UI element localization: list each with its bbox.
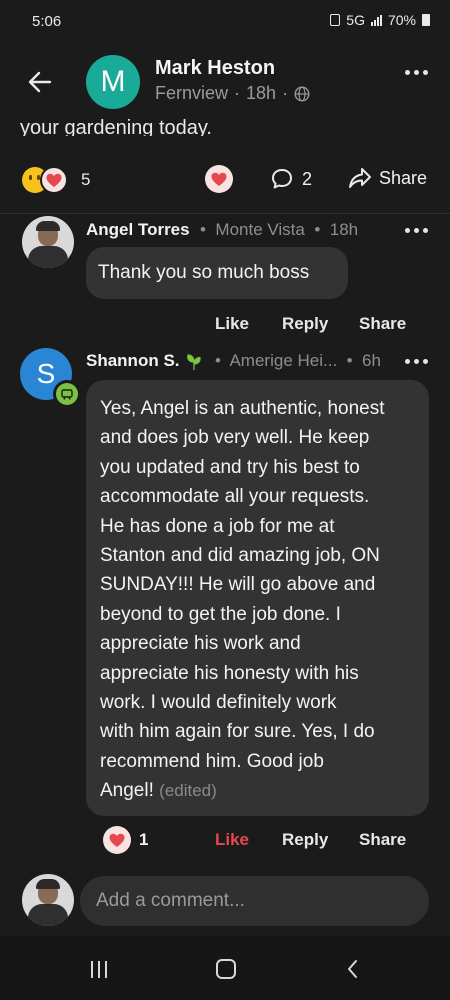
share-icon: [349, 168, 371, 188]
post-time: 18h: [246, 83, 277, 103]
reaction-summary[interactable]: [22, 165, 82, 195]
comment-meta: • Monte Vista • 18h: [200, 220, 359, 239]
leaf-icon: [187, 354, 201, 370]
back-arrow-icon[interactable]: [24, 66, 56, 98]
heart-icon: [211, 172, 227, 186]
commenter-avatar[interactable]: [22, 216, 74, 268]
status-indicators: 5G 70%: [330, 12, 430, 28]
battery-percent: 70%: [387, 12, 416, 28]
status-bar: 5:06 5G 70%: [0, 0, 450, 44]
share-button[interactable]: Share: [359, 314, 406, 334]
share-button[interactable]: Share: [359, 830, 406, 850]
comment-time: 6h: [362, 351, 381, 370]
share-label: Share: [379, 167, 428, 188]
comment-bubble: Yes, Angel is an authentic, honest and d…: [86, 380, 429, 816]
reply-button[interactable]: Reply: [282, 830, 328, 850]
comment-location: Monte Vista: [215, 220, 305, 239]
comment-composer: Add a comment...: [0, 868, 450, 934]
system-nav-bar: [0, 936, 450, 1000]
react-heart-button[interactable]: [205, 165, 233, 193]
comment-input-placeholder: Add a comment...: [96, 890, 245, 911]
meta-separator: ·: [234, 83, 241, 103]
comment-input[interactable]: Add a comment...: [80, 876, 429, 926]
user-avatar: [22, 874, 74, 926]
like-button[interactable]: Like: [215, 830, 249, 850]
nav-back-icon[interactable]: [345, 959, 361, 979]
heart-icon: [103, 826, 131, 854]
comment-more-icon[interactable]: [405, 359, 428, 364]
comment-author[interactable]: Shannon S.: [86, 351, 180, 371]
heart-icon: [40, 166, 68, 194]
like-button[interactable]: Like: [215, 314, 249, 334]
status-time: 5:06: [32, 13, 62, 30]
network-label: 5G: [346, 12, 365, 28]
comment-time: 18h: [329, 220, 359, 239]
share-button[interactable]: Share: [348, 167, 427, 189]
meta-separator: ·: [282, 83, 289, 103]
more-icon[interactable]: [405, 70, 428, 75]
comment-meta: • Amerige Hei... • 6h: [215, 351, 381, 370]
comment-icon: [272, 169, 292, 189]
comments-button[interactable]: 2: [270, 167, 312, 191]
nav-home-icon[interactable]: [216, 959, 236, 979]
author-name[interactable]: Mark Heston: [155, 57, 275, 80]
signal-icon: [370, 14, 382, 26]
divider: [0, 213, 450, 214]
comments-count: 2: [302, 168, 313, 189]
post-header: M Mark Heston Fernview · 18h ·: [0, 44, 450, 120]
comment-location: Amerige Hei...: [229, 351, 338, 370]
reaction-count: 5: [81, 170, 91, 189]
comment-more-icon[interactable]: [405, 228, 428, 233]
reaction-count: 1: [139, 830, 149, 849]
lock-icon: [330, 14, 341, 26]
post-location: Fernview: [155, 83, 229, 103]
neighbor-badge-icon: [53, 380, 81, 408]
globe-icon: [294, 85, 310, 102]
post-meta: Fernview · 18h ·: [155, 83, 310, 104]
comment-text: Yes, Angel is an authentic, honest and d…: [100, 398, 385, 802]
comment-reaction-summary[interactable]: 1: [103, 826, 148, 854]
edited-label: (edited): [159, 781, 217, 801]
comment-bubble: Thank you so much boss: [86, 247, 348, 299]
comment-text: Thank you so much boss: [98, 262, 310, 283]
post-text: your gardening today.: [20, 117, 212, 136]
reaction-row: 5 2 Share: [0, 160, 450, 200]
battery-icon: [422, 14, 430, 26]
nav-recents-icon[interactable]: [91, 961, 107, 978]
comment-author[interactable]: Angel Torres: [86, 220, 190, 240]
author-avatar[interactable]: M: [86, 55, 140, 109]
reply-button[interactable]: Reply: [282, 314, 328, 334]
